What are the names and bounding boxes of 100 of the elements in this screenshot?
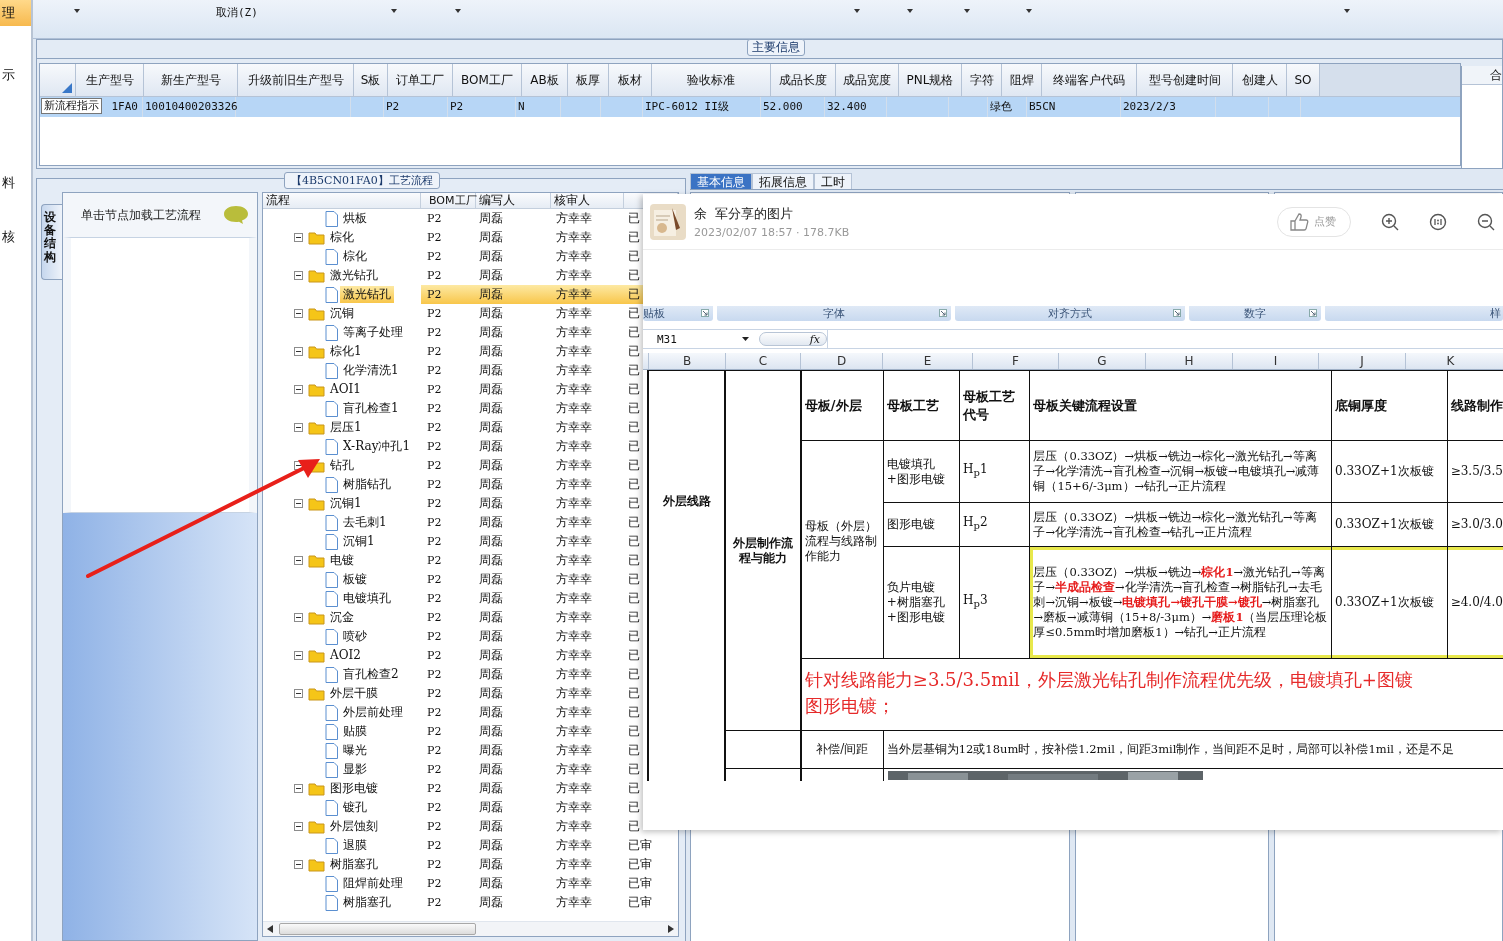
column-header[interactable]: 成品长度 [771,64,836,96]
column-header[interactable]: PNL规格 [899,64,962,96]
scroll-right-icon[interactable] [668,925,674,933]
tree-node[interactable]: 烘板 [340,210,370,227]
caret-icon[interactable] [906,9,913,13]
tree-node[interactable]: 沉铜1 [327,495,365,512]
tree-node[interactable]: 盲孔检查1 [340,400,402,417]
tree-node[interactable]: 曝光 [340,742,370,759]
tree-node[interactable]: 沉金 [327,609,357,626]
collapse-icon[interactable] [294,499,303,508]
tree-node[interactable]: 等离子处理 [340,324,406,341]
caret-icon[interactable] [454,9,461,13]
tree-node[interactable]: 外层干膜 [327,685,381,702]
collapse-icon[interactable] [294,385,303,394]
column-header[interactable]: 订单工厂 [388,64,453,96]
caret-icon[interactable] [853,9,860,13]
tree-node[interactable]: 外层蚀刻 [327,818,381,835]
caret-icon[interactable] [1343,9,1350,13]
tree-node[interactable]: 图形电镀 [327,780,381,797]
column-header[interactable]: G [1058,353,1145,369]
tree-node[interactable]: 去毛刺1 [340,514,390,531]
tab[interactable]: 工时 [814,173,852,189]
tree-node[interactable]: 沉铜 [327,305,357,322]
cancel-label[interactable]: 取消(Z) [216,5,258,20]
column-header[interactable]: B [648,353,725,369]
sidebar-item[interactable]: 示 [0,62,31,88]
tree-node[interactable]: 电镀填孔 [340,590,394,607]
column-header[interactable]: D [800,353,882,369]
column-header[interactable]: 成品宽度 [836,64,899,96]
tree-node[interactable]: 树脂塞孔 [340,894,394,911]
tree-node[interactable]: 棕化1 [327,343,365,360]
sidebar-item[interactable]: 料 [0,170,31,196]
tree-node[interactable]: 沉铜1 [340,533,378,550]
tab[interactable]: 拓展信息 [752,173,814,189]
caret-icon[interactable] [963,9,970,13]
tree-node[interactable]: 板镀 [340,571,370,588]
tree-node[interactable]: 化学清洗1 [340,362,402,379]
tree-node[interactable]: 层压1 [327,419,365,436]
caret-icon[interactable] [74,9,80,13]
tree-node[interactable]: X-Ray冲孔1 [340,438,414,455]
sidebar-item[interactable]: 理 [0,0,31,26]
tree-node[interactable]: 激光钻孔 [327,267,381,284]
collapse-icon[interactable] [294,423,303,432]
collapse-icon[interactable] [294,651,303,660]
tree-node[interactable]: 棕化 [327,229,357,246]
column-header[interactable]: BOM工厂 [421,193,476,208]
column-header[interactable]: 终端客户代码 [1042,64,1137,96]
tree-node[interactable]: 退膜 [340,837,370,854]
tree-node[interactable]: 树脂塞孔 [327,856,381,873]
collapse-icon[interactable] [294,347,303,356]
tree-node[interactable]: 镀孔 [340,799,370,816]
column-header[interactable]: AB板 [522,64,568,96]
tree-node[interactable]: 阻焊前处理 [340,875,406,892]
function-button[interactable]: fx [759,332,827,346]
column-header[interactable]: C [725,353,800,369]
collapse-icon[interactable] [294,271,303,280]
column-header[interactable]: 字符 [962,64,1002,96]
column-header[interactable]: I [1232,353,1318,369]
sidebar-item[interactable]: 核 [0,224,31,250]
collapse-icon[interactable] [294,309,303,318]
scroll-left-icon[interactable] [267,925,273,933]
column-header[interactable]: S板 [354,64,388,96]
tree-node[interactable]: 电镀 [327,552,357,569]
column-header[interactable]: 板厚 [568,64,609,96]
tree-node[interactable]: 盲孔检查2 [340,666,402,683]
collapse-icon[interactable] [294,689,303,698]
tree-node[interactable]: 外层前处理 [340,704,406,721]
tree-node[interactable]: AOI2 [327,647,364,664]
name-box[interactable]: M31 [643,332,753,346]
column-header[interactable]: J [1318,353,1405,369]
column-header[interactable]: H [1145,353,1232,369]
collapse-icon[interactable] [294,822,303,831]
column-header[interactable]: 流程 [263,193,421,208]
collapse-icon[interactable] [294,784,303,793]
actual-size-icon[interactable] [1429,212,1447,231]
column-header[interactable]: BOM工厂 [453,64,522,96]
column-header[interactable]: 创建人 [1233,64,1287,96]
caret-icon[interactable] [1025,9,1032,13]
collapse-icon[interactable] [294,860,303,869]
side-tab[interactable]: 设备结构 [41,204,62,280]
tree-node[interactable]: 树脂钻孔 [340,476,394,493]
zoom-in-icon[interactable] [1381,212,1399,231]
tree-node[interactable]: 贴膜 [340,723,370,740]
column-header[interactable]: 生产型号 [76,64,144,96]
collapse-icon[interactable] [294,556,303,565]
collapse-icon[interactable] [294,613,303,622]
tree-node[interactable]: 激光钻孔 [340,286,394,303]
caret-icon[interactable] [742,337,749,341]
collapse-icon[interactable] [294,233,303,242]
tree-node[interactable]: AOI1 [327,381,364,398]
column-header[interactable]: E [882,353,972,369]
tree-node[interactable]: 钻孔 [327,457,357,474]
column-header[interactable]: F [972,353,1058,369]
column-header[interactable]: 升级前旧生产型号 [238,64,354,96]
caret-icon[interactable] [390,9,397,13]
column-header[interactable]: K [1405,353,1495,369]
tab[interactable]: 基本信息 [690,173,752,189]
tree-node[interactable]: 棕化 [340,248,370,265]
column-header[interactable]: 编写人 [476,193,551,208]
tree-node[interactable]: 显影 [340,761,370,778]
